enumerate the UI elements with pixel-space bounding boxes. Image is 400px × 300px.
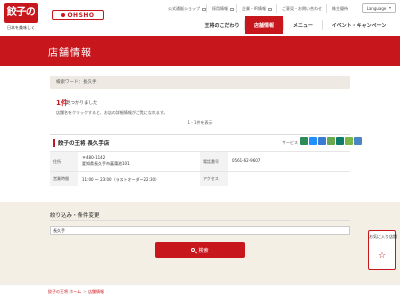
phone-number[interactable]: 0561-62-9607 (232, 158, 260, 163)
search-button[interactable]: 検索 (155, 242, 245, 258)
divider (326, 4, 327, 13)
service-icon (327, 137, 335, 145)
search-button-label: 検索 (198, 247, 209, 254)
filter-title: 絞り込み・条件変更 (50, 213, 100, 219)
language-label: Language (366, 5, 387, 11)
nav-menu-label: メニュー (292, 22, 313, 29)
service-label: サービス (282, 140, 298, 145)
hours-label: 営業時間 (50, 172, 78, 186)
accent-bar (53, 139, 55, 147)
ohsho-brand[interactable]: OHSHO (52, 10, 104, 20)
service-icon (336, 137, 344, 145)
divider (276, 4, 277, 13)
util-link-recruit-label: 採用情報 (212, 6, 228, 11)
external-link-icon (230, 7, 234, 11)
util-link-ir-label: 企業・IR情報 (242, 6, 266, 11)
phone-label: 電話番号 (200, 152, 228, 172)
pager-summary: 1 - 1件を表示 (187, 120, 213, 125)
service-icons (300, 137, 362, 145)
chevron-down-icon (389, 7, 392, 9)
result-count-suffix: 見つかりました (66, 101, 98, 106)
address-label: 住所 (50, 152, 78, 172)
nav-kodawari-label: 王将のこだわり (204, 22, 240, 29)
nav-store-info-label: 店舗情報 (253, 22, 274, 29)
util-link-yutai-label: 株主優待 (332, 6, 348, 11)
nav-event[interactable]: イベント・キャンペーン (323, 16, 395, 34)
info-row-address: 住所 〒480-1142 愛知県長久手市菖蒲池101 電話番号 0561-62-… (50, 151, 350, 172)
address-line: 愛知県長久手市菖蒲池101 (82, 161, 130, 166)
divider (236, 4, 237, 13)
site-header: 餃子の王将 日本を美味しく OHSHO 公式通販ショップ 採用情報 企業・IR情… (0, 0, 400, 38)
service-icon (309, 137, 317, 145)
util-link-contact-label: ご意見・お問い合わせ (282, 6, 322, 11)
nav-menu[interactable]: メニュー (284, 16, 322, 34)
util-link-shop[interactable]: 公式通販ショップ (168, 5, 206, 13)
divider (206, 4, 207, 13)
search-keyword-bar: 検索ワード：長久手 (50, 76, 350, 89)
util-link-shop-label: 公式通販ショップ (168, 6, 200, 11)
nav-event-label: イベント・キャンペーン (331, 22, 387, 29)
service-icon (300, 137, 308, 145)
divider (50, 220, 350, 221)
util-link-contact[interactable]: ご意見・お問い合わせ (282, 5, 322, 13)
star-icon: ☆ (378, 251, 387, 261)
service-icon (354, 137, 362, 145)
result-hint: 店舗名をクリックすると、お店の詳細情報がご覧になれます。 (56, 110, 168, 115)
external-link-icon (267, 7, 272, 11)
util-link-yutai[interactable]: 株主優待 (332, 5, 348, 13)
brand-dot-icon (61, 13, 66, 17)
hours-value: 11:00 ～ 23:00（ラストオーダー22:30） (82, 177, 160, 182)
util-link-recruit[interactable]: 採用情報 (212, 5, 234, 13)
store-header: 餃子の王将 長久手店 サービス (50, 137, 362, 149)
page-title: 店舗情報 (48, 48, 92, 59)
access-label: アクセス (200, 172, 228, 186)
util-link-ir[interactable]: 企業・IR情報 (242, 5, 272, 13)
favorite-label: お気に入り店舗 (369, 234, 397, 239)
site-logo[interactable]: 餃子の王将 日本を美味しく (4, 3, 38, 38)
breadcrumb-separator: > (83, 289, 87, 294)
logo-mark: 餃子の王将 (4, 3, 38, 38)
service-icon (318, 137, 326, 145)
info-row-hours: 営業時間 11:00 ～ 23:00（ラストオーダー22:30） アクセス (50, 171, 350, 186)
breadcrumb-home[interactable]: 餃子の王将 ホーム (48, 289, 81, 295)
logo-tagline: 日本を美味しく (7, 25, 35, 30)
nav-store-info[interactable]: 店舗情報 (245, 16, 283, 34)
nav-kodawari[interactable]: 王将のこだわり (200, 16, 244, 34)
ohsho-brand-text: OHSHO (67, 11, 95, 19)
language-selector[interactable]: Language (362, 3, 396, 13)
breadcrumb-current: 店舗情報 (88, 289, 104, 294)
search-input[interactable] (50, 226, 350, 235)
favorite-stores-button[interactable]: お気に入り店舗 ☆ (368, 230, 397, 270)
store-name-link[interactable]: 餃子の王将 長久手店 (58, 139, 109, 147)
service-icon (345, 137, 353, 145)
search-icon (191, 248, 196, 252)
